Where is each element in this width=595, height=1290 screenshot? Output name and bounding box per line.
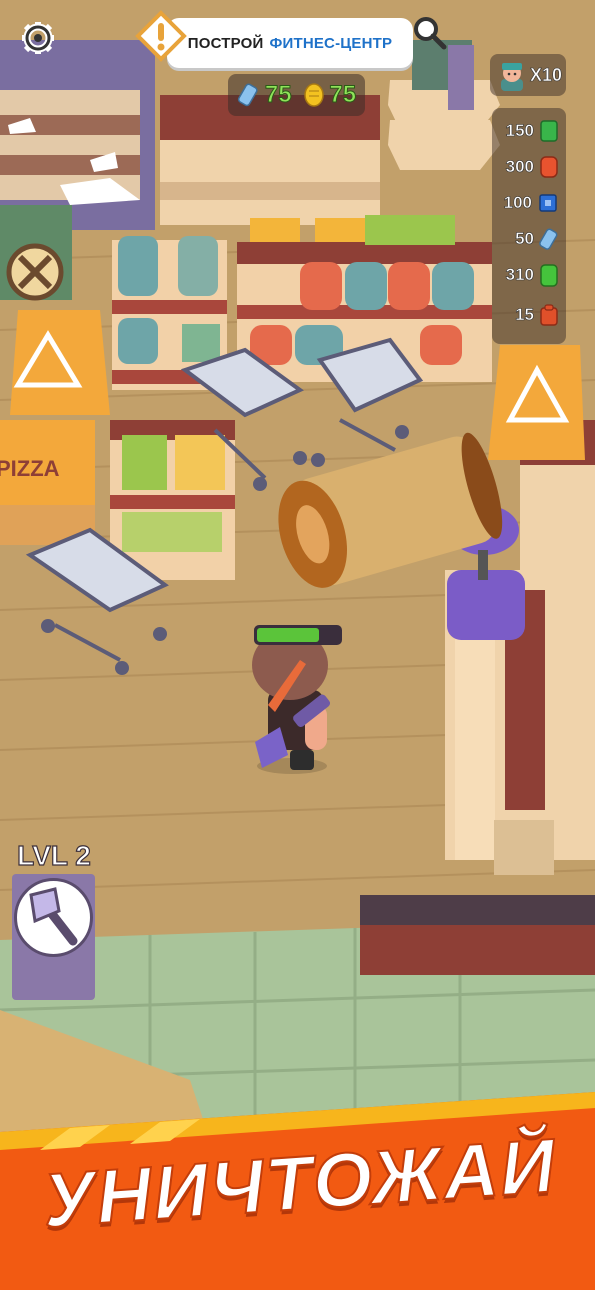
search-icon[interactable]: [411, 14, 447, 50]
green-jar-icon: [540, 264, 558, 287]
quest-prefix: ПОСТРОЙ: [187, 34, 264, 52]
tool-upgrade-card[interactable]: [12, 874, 95, 1000]
inventory-value: 300: [505, 157, 534, 177]
inventory-item: 15: [492, 298, 566, 332]
worker-avatar-icon: [501, 63, 523, 91]
coin-counter: 75: [301, 81, 357, 109]
tool-level-label: LVL 2: [17, 839, 92, 871]
inventory-item: 150: [492, 114, 566, 148]
crystal-value: 75: [264, 81, 292, 109]
inventory-value: 310: [505, 265, 534, 285]
inventory-item: 300: [492, 150, 566, 184]
inventory-value: 15: [515, 305, 535, 325]
quest-panel[interactable]: ПОСТРОЙ ФИТНЕС-ЦЕНТР: [135, 10, 415, 72]
quest-target: ФИТНЕС-ЦЕНТР: [269, 34, 393, 52]
blue-chip-icon: [539, 194, 557, 212]
player-health-bar: [254, 625, 342, 645]
inventory-item: 310: [492, 258, 566, 292]
inventory-panel: 150 300 100 50 310 15: [492, 108, 566, 344]
red-bag-icon: [540, 304, 558, 326]
inventory-item: 100: [492, 186, 566, 220]
quest-label[interactable]: ПОСТРОЙ ФИТНЕС-ЦЕНТР: [167, 18, 413, 68]
inventory-item: 50: [492, 222, 566, 256]
crystal-counter: 75: [237, 81, 292, 109]
inventory-value: 150: [505, 121, 534, 141]
inventory-value: 50: [515, 229, 535, 249]
exclamation-icon: [135, 10, 187, 62]
settings-gear-icon[interactable]: [20, 20, 56, 56]
currency-bar: 75 75: [228, 74, 365, 116]
worker-counter[interactable]: X10: [490, 54, 566, 96]
health-fill: [257, 628, 319, 642]
tool-icon-frame: [14, 878, 93, 957]
green-cash-icon: [540, 120, 558, 142]
inventory-value: 100: [503, 193, 532, 213]
pizza-sign-text: PIZZA: [0, 456, 60, 481]
blue-crystal-icon: [237, 83, 258, 107]
gold-coins-icon: [304, 83, 325, 107]
blue-crystal-icon: [539, 228, 558, 250]
worker-count: X10: [530, 64, 563, 85]
axe-icon: [29, 887, 78, 946]
red-can-icon: [540, 156, 558, 178]
coin-value: 75: [329, 81, 357, 109]
